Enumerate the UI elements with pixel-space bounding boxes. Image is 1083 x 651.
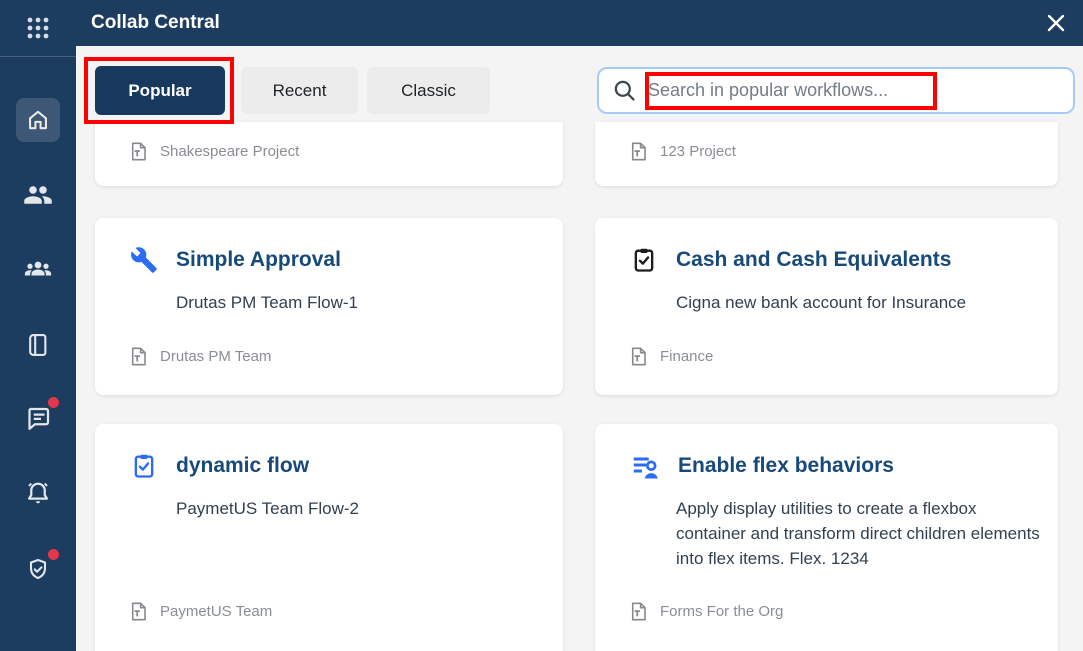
- card-footer: Forms For the Org: [628, 601, 783, 622]
- sidebar-item-teams[interactable]: [16, 246, 60, 290]
- card-subtitle: PaymetUS Team Flow-2: [176, 499, 359, 518]
- workflow-card[interactable]: Simple Approval Drutas PM Team Flow-1 Dr…: [95, 218, 563, 395]
- search-input[interactable]: [648, 80, 1073, 101]
- card-footer-label: Finance: [660, 348, 714, 365]
- card-head: Cash and Cash Equivalents: [630, 246, 951, 274]
- workflow-card[interactable]: Enable flex behaviors Apply display util…: [595, 424, 1058, 651]
- card-footer: Shakespeare Project: [128, 141, 299, 162]
- clipboard-check-icon: [634, 248, 654, 272]
- wrench-icon: [131, 247, 157, 273]
- chat-icon: [28, 407, 50, 430]
- card-footer: Finance: [628, 346, 713, 367]
- card-title: dynamic flow: [176, 454, 310, 477]
- workflows-panel: Popular Recent Classic Shakespeare Proje…: [76, 46, 1083, 651]
- template-doc-icon: [131, 142, 146, 161]
- home-icon: [29, 110, 47, 130]
- close-icon: [1047, 14, 1065, 32]
- search-icon: [614, 80, 635, 101]
- tab-recent[interactable]: Recent: [241, 67, 358, 114]
- card-title: Enable flex behaviors: [678, 454, 894, 477]
- sidebar-item-home[interactable]: [16, 98, 60, 142]
- sidebar-item-chat[interactable]: [16, 396, 60, 440]
- tab-classic[interactable]: Classic: [367, 67, 490, 114]
- sidebar-item-notifications[interactable]: [16, 471, 60, 515]
- workflow-card[interactable]: Shakespeare Project: [95, 122, 563, 186]
- apps-menu-button[interactable]: [0, 0, 76, 57]
- card-footer-label: Shakespeare Project: [160, 143, 300, 160]
- sidebar: [0, 0, 76, 651]
- template-doc-icon: [131, 602, 146, 621]
- groups-icon: [24, 261, 52, 276]
- card-head: dynamic flow: [130, 452, 309, 480]
- template-doc-icon: [631, 142, 646, 161]
- card-head: Enable flex behaviors: [630, 452, 894, 482]
- chat-notification-badge: [48, 397, 59, 408]
- dialog-header: Collab Central: [76, 0, 1083, 46]
- sidebar-item-people[interactable]: [16, 173, 60, 217]
- card-footer: PaymetUS Team: [128, 601, 272, 622]
- card-subtitle: Cigna new bank account for Insurance: [676, 293, 967, 312]
- sidebar-item-security[interactable]: [16, 548, 60, 592]
- card-footer: Drutas PM Team: [128, 346, 271, 367]
- search-box[interactable]: [597, 67, 1075, 114]
- card-footer: 123 Project: [628, 141, 736, 162]
- dialog-title: Collab Central: [91, 12, 220, 33]
- card-footer-label: 123 Project: [660, 143, 736, 160]
- shield-check-icon: [29, 558, 47, 580]
- template-doc-icon: [631, 602, 646, 621]
- book-icon: [29, 334, 47, 356]
- card-title: Simple Approval: [176, 248, 341, 271]
- clipboard-check-icon: [134, 454, 154, 478]
- template-doc-icon: [131, 347, 146, 366]
- card-footer-label: Drutas PM Team: [160, 348, 272, 365]
- card-subtitle: Apply display utilities to create a flex…: [676, 499, 1040, 568]
- template-doc-icon: [631, 347, 646, 366]
- card-title: Cash and Cash Equivalents: [676, 248, 952, 271]
- sidebar-item-library[interactable]: [16, 323, 60, 367]
- card-footer-label: PaymetUS Team: [160, 603, 273, 620]
- workflow-card[interactable]: Cash and Cash Equivalents Cigna new bank…: [595, 218, 1058, 395]
- card-subtitle: Drutas PM Team Flow-1: [176, 293, 359, 312]
- workflow-card[interactable]: dynamic flow PaymetUS Team Flow-2 Paymet…: [95, 424, 563, 651]
- apps-grid-icon: [27, 17, 49, 39]
- workflow-card[interactable]: 123 Project: [595, 122, 1058, 186]
- bell-icon: [28, 482, 48, 504]
- close-button[interactable]: [1043, 10, 1069, 36]
- form-user-icon: [633, 457, 658, 479]
- card-footer-label: Forms For the Org: [660, 603, 784, 620]
- security-notification-badge: [48, 549, 59, 560]
- people-icon: [24, 186, 52, 204]
- card-head: Simple Approval: [130, 246, 341, 274]
- tab-popular[interactable]: Popular: [95, 66, 225, 115]
